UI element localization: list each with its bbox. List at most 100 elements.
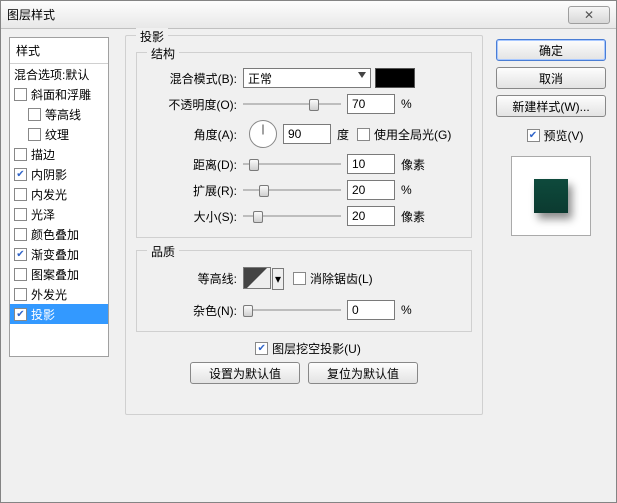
preview-label: 预览(V) (544, 127, 584, 144)
chevron-down-icon: ▾ (272, 268, 284, 290)
style-item-label: 光泽 (31, 206, 55, 223)
blend-mode-value: 正常 (248, 70, 272, 87)
style-item-checkbox[interactable] (14, 228, 27, 241)
blend-options-row[interactable]: 混合选项:默认 (10, 64, 108, 84)
blend-mode-select[interactable]: 正常 (243, 68, 371, 88)
distance-unit: 像素 (401, 156, 425, 173)
style-list-header: 样式 (10, 38, 108, 64)
style-item-checkbox[interactable] (14, 88, 27, 101)
antialias-label: 消除锯齿(L) (310, 270, 373, 287)
right-column: 确定 取消 新建样式(W)... ✔ 预览(V) (496, 39, 606, 236)
close-icon: ✕ (584, 8, 594, 22)
opacity-slider[interactable] (243, 96, 341, 112)
style-item-checkbox[interactable] (14, 148, 27, 161)
style-item-checkbox[interactable] (28, 108, 41, 121)
chevron-down-icon (358, 72, 366, 78)
quality-title: 品质 (147, 243, 179, 260)
style-item-label: 内阴影 (31, 166, 67, 183)
knockout-checkbox[interactable]: ✔ (255, 342, 268, 355)
noise-label: 杂色(N): (147, 302, 243, 319)
style-item-checkbox[interactable] (28, 128, 41, 141)
spread-unit: % (401, 183, 412, 197)
knockout-row: ✔ 图层挖空投影(U) (134, 340, 482, 357)
style-item-label: 投影 (31, 306, 55, 323)
distance-slider[interactable] (243, 156, 341, 172)
style-item-label: 等高线 (45, 106, 81, 123)
global-light-checkbox[interactable] (357, 128, 370, 141)
style-item-label: 图案叠加 (31, 266, 79, 283)
style-item-9[interactable]: 图案叠加 (10, 264, 108, 284)
shadow-panel: 投影 结构 混合模式(B): 正常 不透明度(O): (125, 35, 483, 415)
style-item-7[interactable]: 颜色叠加 (10, 224, 108, 244)
set-default-button[interactable]: 设置为默认值 (190, 362, 300, 384)
size-slider[interactable] (243, 208, 341, 224)
style-item-label: 内发光 (31, 186, 67, 203)
size-input[interactable]: 20 (347, 206, 395, 226)
layer-style-dialog: 图层样式 ✕ 样式 混合选项:默认 斜面和浮雕等高线纹理描边内阴影内发光光泽颜色… (0, 0, 617, 503)
contour-label: 等高线: (147, 270, 243, 287)
style-item-checkbox[interactable] (14, 168, 27, 181)
style-item-6[interactable]: 光泽 (10, 204, 108, 224)
style-item-checkbox[interactable] (14, 308, 27, 321)
panel-title: 投影 (136, 28, 168, 45)
style-item-checkbox[interactable] (14, 208, 27, 221)
style-item-10[interactable]: 外发光 (10, 284, 108, 304)
contour-picker[interactable]: ▾ (243, 267, 271, 289)
global-light-label: 使用全局光(G) (374, 126, 451, 143)
opacity-label: 不透明度(O): (147, 96, 243, 113)
preview-checkbox[interactable]: ✔ (527, 129, 540, 142)
close-button[interactable]: ✕ (568, 6, 610, 24)
angle-input[interactable]: 90 (283, 124, 331, 144)
style-item-label: 纹理 (45, 126, 69, 143)
preview-thumbnail (511, 156, 591, 236)
knockout-label: 图层挖空投影(U) (272, 340, 361, 357)
new-style-button[interactable]: 新建样式(W)... (496, 95, 606, 117)
titlebar: 图层样式 ✕ (1, 1, 616, 29)
reset-default-button[interactable]: 复位为默认值 (308, 362, 418, 384)
style-item-8[interactable]: 渐变叠加 (10, 244, 108, 264)
size-unit: 像素 (401, 208, 425, 225)
distance-label: 距离(D): (147, 156, 243, 173)
noise-input[interactable]: 0 (347, 300, 395, 320)
style-item-11[interactable]: 投影 (10, 304, 108, 324)
structure-group: 结构 混合模式(B): 正常 不透明度(O): (136, 52, 472, 238)
style-item-label: 外发光 (31, 286, 67, 303)
window-title: 图层样式 (7, 6, 568, 23)
distance-input[interactable]: 10 (347, 154, 395, 174)
style-item-4[interactable]: 内阴影 (10, 164, 108, 184)
angle-label: 角度(A): (147, 126, 243, 143)
opacity-input[interactable]: 70 (347, 94, 395, 114)
size-label: 大小(S): (147, 208, 243, 225)
style-item-3[interactable]: 描边 (10, 144, 108, 164)
blend-options-label: 混合选项:默认 (14, 66, 89, 83)
style-list: 样式 混合选项:默认 斜面和浮雕等高线纹理描边内阴影内发光光泽颜色叠加渐变叠加图… (9, 37, 109, 357)
dialog-body: 样式 混合选项:默认 斜面和浮雕等高线纹理描边内阴影内发光光泽颜色叠加渐变叠加图… (1, 29, 616, 502)
style-item-label: 渐变叠加 (31, 246, 79, 263)
style-item-label: 描边 (31, 146, 55, 163)
style-item-0[interactable]: 斜面和浮雕 (10, 84, 108, 104)
style-item-2[interactable]: 纹理 (10, 124, 108, 144)
blend-mode-label: 混合模式(B): (147, 70, 243, 87)
angle-dial[interactable] (249, 120, 277, 148)
opacity-unit: % (401, 97, 412, 111)
angle-unit: 度 (337, 126, 349, 143)
style-item-label: 颜色叠加 (31, 226, 79, 243)
style-item-label: 斜面和浮雕 (31, 86, 91, 103)
style-item-checkbox[interactable] (14, 288, 27, 301)
shadow-color-swatch[interactable] (375, 68, 415, 88)
cancel-button[interactable]: 取消 (496, 67, 606, 89)
style-item-checkbox[interactable] (14, 268, 27, 281)
spread-input[interactable]: 20 (347, 180, 395, 200)
spread-slider[interactable] (243, 182, 341, 198)
quality-group: 品质 等高线: ▾ 消除锯齿(L) 杂色(N): (136, 250, 472, 332)
style-item-checkbox[interactable] (14, 248, 27, 261)
noise-unit: % (401, 303, 412, 317)
style-item-5[interactable]: 内发光 (10, 184, 108, 204)
noise-slider[interactable] (243, 302, 341, 318)
style-item-1[interactable]: 等高线 (10, 104, 108, 124)
style-item-checkbox[interactable] (14, 188, 27, 201)
antialias-checkbox[interactable] (293, 272, 306, 285)
ok-button[interactable]: 确定 (496, 39, 606, 61)
structure-title: 结构 (147, 45, 179, 62)
spread-label: 扩展(R): (147, 182, 243, 199)
